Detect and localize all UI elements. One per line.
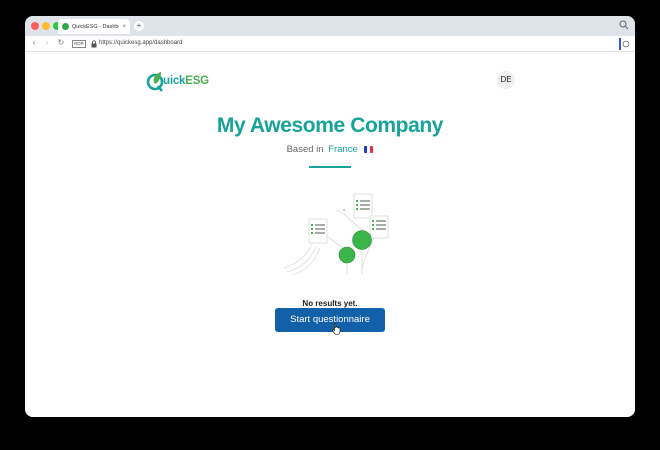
new-tab-button[interactable]: +: [134, 21, 144, 31]
dashboard-page: uickESG DE My Awesome Company Based in F…: [25, 52, 635, 417]
reload-button[interactable]: ↻: [56, 38, 66, 47]
url-indicators: RDR: [72, 40, 98, 48]
minimize-window-button[interactable]: [42, 22, 50, 30]
logo-text: uickESG: [163, 75, 209, 87]
company-name: My Awesome Company: [216, 114, 444, 137]
company-location: Based in France: [25, 144, 635, 155]
tab-title: QuickESG - Dashboard: [72, 23, 119, 30]
lock-icon[interactable]: [90, 40, 98, 48]
logo-esg: ESG: [185, 75, 209, 87]
country-name: France: [328, 144, 358, 155]
start-questionnaire-button[interactable]: Start questionnaire: [275, 308, 385, 332]
logo-quick: uick: [163, 75, 186, 87]
title-divider: [309, 166, 351, 168]
tab-close-icon[interactable]: ×: [122, 24, 126, 30]
address-bar[interactable]: https://quickesg.app/dashboard: [99, 40, 182, 46]
close-window-button[interactable]: [31, 22, 39, 30]
france-flag-icon: [364, 145, 374, 153]
based-label: Based in: [286, 144, 324, 155]
back-button[interactable]: ‹: [29, 38, 39, 47]
extension-icon[interactable]: [619, 38, 631, 50]
hand-cursor-icon: [332, 323, 341, 335]
logo-leaf-icon: [146, 72, 164, 92]
tab-strip: QuickESG - Dashboard × +: [25, 16, 635, 36]
language-switcher[interactable]: DE: [497, 71, 515, 89]
favicon-icon: [62, 23, 69, 30]
browser-window: QuickESG - Dashboard × + ‹ › ↻ RDR https…: [25, 16, 635, 417]
empty-state-message: No results yet.: [302, 299, 358, 308]
quickesg-logo[interactable]: uickESG: [146, 70, 209, 92]
forward-button[interactable]: ›: [42, 38, 52, 47]
tab-search-icon[interactable]: [619, 20, 629, 30]
tab-dashboard[interactable]: QuickESG - Dashboard ×: [58, 19, 130, 34]
browser-toolbar: ‹ › ↻ RDR https://quickesg.app/dashboard: [25, 36, 635, 52]
empty-state-illustration: [283, 193, 389, 276]
reader-icon[interactable]: RDR: [72, 40, 86, 48]
